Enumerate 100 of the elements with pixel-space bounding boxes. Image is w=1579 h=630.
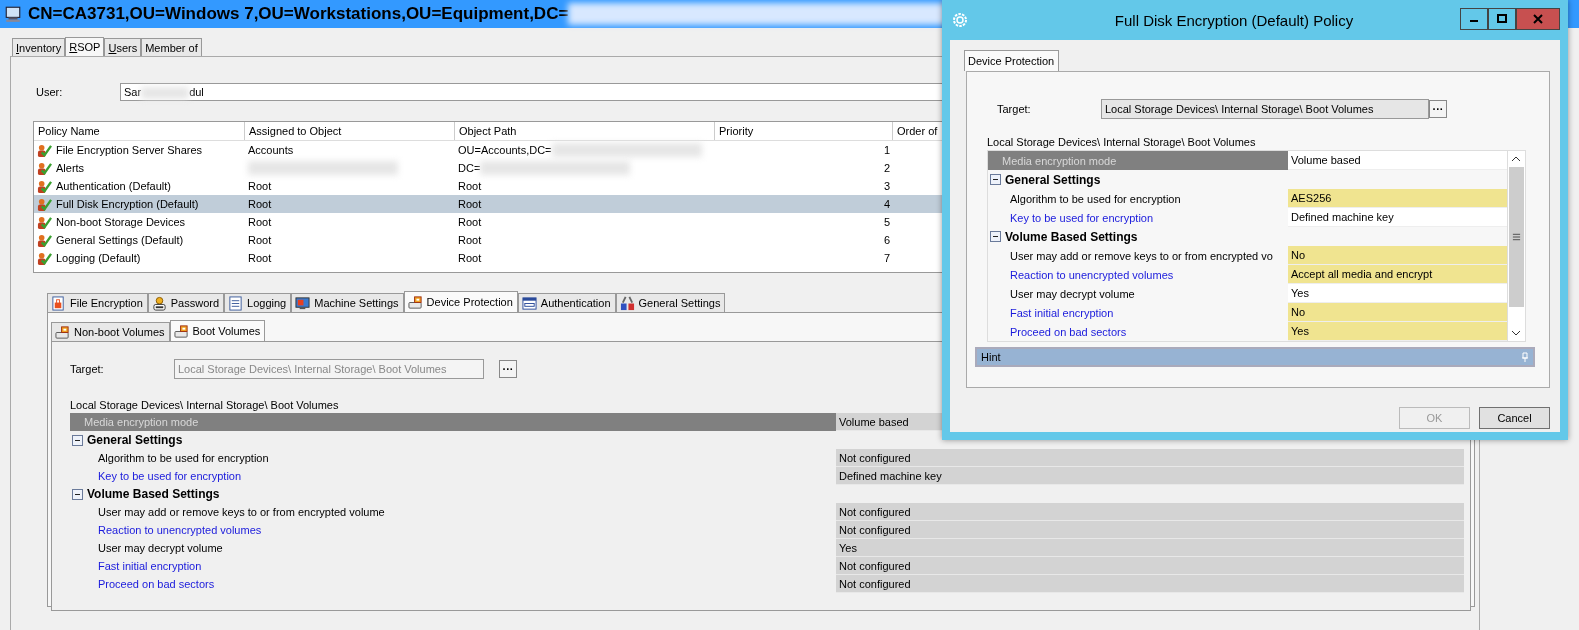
table-cell: Accounts: [248, 144, 294, 156]
table-cell: Full Disk Encryption (Default): [56, 198, 199, 210]
property-value[interactable]: Volume based: [1288, 151, 1508, 170]
property-value[interactable]: Not configured: [836, 503, 1464, 521]
table-cell: Root: [248, 216, 272, 228]
property-value[interactable]: AES256: [1288, 189, 1508, 208]
property-value[interactable]: No: [1288, 246, 1508, 265]
table-cell: File Encryption Server Shares: [56, 144, 203, 156]
computer-icon: [4, 5, 22, 23]
maximize-icon: [1497, 14, 1507, 24]
property-value[interactable]: Yes: [1288, 322, 1508, 341]
gear-icon: [952, 12, 968, 28]
tab[interactable]: Logging: [224, 293, 292, 312]
collapse-icon[interactable]: [990, 174, 1001, 185]
property-label: Fast initial encryption: [1009, 305, 1115, 321]
property-label: Key to be used for encryption: [97, 469, 243, 484]
property-value[interactable]: Not configured: [836, 575, 1464, 593]
table-cell: 6: [883, 234, 890, 246]
tab[interactable]: Member of: [141, 38, 202, 56]
property-label: Media encryption mode: [70, 413, 836, 431]
user-check-icon: [37, 142, 52, 158]
property-label: Proceed on bad sectors: [97, 577, 216, 592]
tab[interactable]: Device Protection: [403, 291, 518, 312]
property-value[interactable]: Yes: [836, 539, 1464, 557]
tab[interactable]: General Settings: [615, 293, 726, 312]
tab[interactable]: File Encryption: [47, 293, 148, 312]
category-heading: General Settings: [1005, 172, 1101, 187]
category-heading: General Settings: [87, 433, 183, 447]
browse-button[interactable]: ···: [1429, 100, 1447, 118]
group-label: Local Storage Devices\ Internal Storage\ Boot Volumes: [986, 136, 1257, 150]
user-check-icon: [37, 214, 52, 230]
target-field[interactable]: Local Storage Devices\ Internal Storage\ Boot Volumes: [1101, 99, 1429, 119]
collapse-icon[interactable]: [990, 231, 1001, 242]
property-label: Key to be used for encryption: [1009, 210, 1155, 226]
column-header[interactable]: Object Path: [455, 122, 715, 140]
property-value[interactable]: Not configured: [836, 521, 1464, 539]
property-label: Reaction to unencrypted volumes: [97, 523, 263, 538]
target-label: Target:: [997, 103, 1032, 115]
property-value[interactable]: No: [1288, 303, 1508, 322]
window-title: CN=CA3731,OU=Windows 7,OU=Workstations,OU=Equipment,DC=: [28, 4, 569, 24]
target-label: Target:: [70, 363, 105, 375]
tab[interactable]: Inventory: [12, 38, 66, 56]
category-heading: Volume Based Settings: [1005, 229, 1138, 244]
tools-icon: [619, 295, 635, 311]
property-label: Media encryption mode: [988, 151, 1288, 170]
category-heading: Volume Based Settings: [87, 487, 220, 501]
table-cell: Root: [458, 198, 482, 210]
table-cell: Root: [458, 180, 482, 192]
property-value[interactable]: Defined machine key: [836, 467, 1464, 485]
scroll-thumb[interactable]: [1509, 167, 1524, 307]
monitor-icon: [295, 295, 311, 311]
property-label: User may decrypt volume: [1009, 286, 1136, 302]
property-label: Reaction to unencrypted volumes: [1009, 267, 1175, 283]
tab[interactable]: Machine Settings: [291, 293, 404, 312]
table-cell: Alerts: [56, 162, 85, 174]
property-value[interactable]: Yes: [1288, 284, 1508, 303]
user-check-icon: [37, 250, 52, 266]
property-value[interactable]: Accept all media and encrypt: [1288, 265, 1508, 284]
tab[interactable]: Password: [147, 293, 225, 312]
property-value[interactable]: Not configured: [836, 449, 1464, 467]
column-header[interactable]: Policy Name: [34, 122, 245, 140]
tab[interactable]: Users: [104, 38, 142, 56]
property-label: User may add or remove keys to or from encrypted volume: [97, 505, 386, 520]
group-label: Local Storage Devices\ Internal Storage\ Boot Volumes: [70, 399, 340, 413]
table-cell: Root: [458, 216, 482, 228]
drive-lock-icon: [407, 294, 423, 310]
dialog-title: Full Disk Encryption (Default) Policy: [1113, 11, 1355, 29]
maximize-button[interactable]: [1488, 8, 1516, 30]
drive-lock-icon: [55, 324, 70, 340]
tab[interactable]: RSOP: [65, 37, 105, 56]
collapse-icon[interactable]: [72, 434, 83, 446]
property-value[interactable]: Not configured: [836, 557, 1464, 575]
collapse-icon[interactable]: [72, 488, 83, 500]
table-cell: Root: [458, 234, 482, 246]
tab[interactable]: Device Protection: [964, 50, 1060, 71]
dialog-button[interactable]: Cancel: [1479, 407, 1550, 429]
table-cell: 3: [883, 180, 890, 192]
tab[interactable]: Non-boot Volumes: [51, 322, 170, 341]
minimize-button[interactable]: [1460, 8, 1488, 30]
tab[interactable]: Boot Volumes: [169, 320, 266, 341]
grip-icon[interactable]: [1512, 233, 1521, 241]
table-cell: OU=Accounts,DC=: [458, 144, 552, 156]
table-cell: 1: [883, 144, 890, 156]
table-cell: 5: [883, 216, 890, 228]
close-button[interactable]: [1516, 8, 1560, 30]
property-label: Algorithm to be used for encryption: [97, 451, 270, 466]
table-cell: General Settings (Default): [56, 234, 184, 246]
user-check-icon: [37, 160, 52, 176]
column-header[interactable]: Assigned to Object: [245, 122, 455, 140]
scrollbar[interactable]: [1507, 151, 1525, 341]
property-value[interactable]: Defined machine key: [1288, 208, 1508, 227]
property-label: Proceed on bad sectors: [1009, 324, 1128, 340]
table-cell: Root: [248, 234, 272, 246]
table-cell: Authentication (Default): [56, 180, 171, 192]
tab[interactable]: Authentication: [517, 293, 616, 312]
hint-label: Hint: [981, 351, 1001, 363]
user-check-icon: [37, 232, 52, 248]
table-cell: DC=: [458, 162, 481, 174]
column-header[interactable]: Priority: [715, 122, 893, 140]
property-label: Fast initial encryption: [97, 559, 203, 574]
